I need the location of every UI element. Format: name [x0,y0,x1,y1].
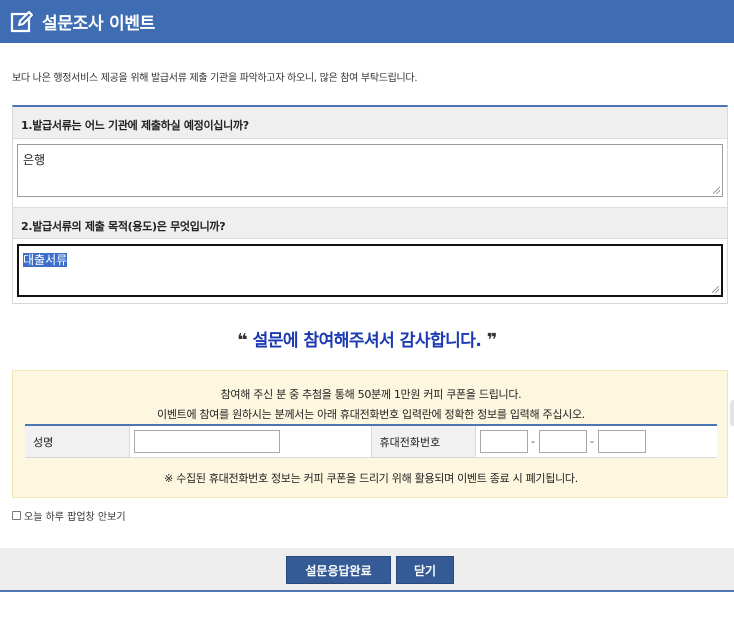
intro-text: 보다 나은 행정서비스 제공을 위해 발급서류 제출 기관을 파악하고자 하오니… [12,73,418,84]
question-2-body: 대출서류 [13,239,727,307]
resize-grip-icon[interactable] [713,187,720,194]
question-2-label: 2.발급서류의 제출 목적(용도)은 무엇입니까? [13,207,727,239]
footer-bar: 설문응답완료 닫기 [0,548,734,592]
privacy-notice: ※ 수집된 휴대전화번호 정보는 커피 쿠폰을 드리기 위해 활용되며 이벤트 … [164,472,578,485]
event-description-2: 이벤트에 참여를 원하시는 분께서는 아래 휴대전화번호 입력란에 정확한 정보… [157,408,585,421]
submit-survey-button[interactable]: 설문응답완료 [286,556,391,584]
phone-input-3[interactable] [597,430,646,453]
thanks-message: ❝ 설문에 참여해주셔서 감사합니다. ❞ [0,326,734,351]
edit-icon [10,10,33,32]
question-1-answer-text: 은행 [23,153,46,167]
close-quote-icon: ❞ [486,330,498,351]
question-1-answer-field[interactable]: 은행 [17,144,723,197]
name-cell [129,425,372,458]
hide-popup-today[interactable]: 오늘 하루 팝업창 안보기 [12,508,126,523]
phone-input-1[interactable] [479,430,528,453]
page-title: 설문조사 이벤트 [42,14,155,34]
question-1-body: 은행 [13,139,727,207]
phone-separator: - [590,435,594,448]
contact-form: 성명 휴대전화번호 -- [25,424,717,458]
question-2-answer-text: 대출서류 [23,253,68,267]
phone-separator: - [531,435,535,448]
thanks-text: 설문에 참여해주셔서 감사합니다. [252,331,482,351]
phone-cell: -- [475,425,717,458]
phone-label: 휴대전화번호 [371,425,476,458]
page-header: 설문조사 이벤트 [0,0,734,43]
close-button[interactable]: 닫기 [396,556,454,584]
open-quote-icon: ❝ [237,330,248,351]
hide-popup-label: 오늘 하루 팝업창 안보기 [24,512,126,523]
event-description-1: 참여해 주신 분 중 추첨을 통해 50분께 1만원 커피 쿠폰을 드립니다. [220,388,522,401]
question-2-answer-field[interactable]: 대출서류 [17,244,723,297]
phone-input-2[interactable] [538,430,587,453]
event-panel: 참여해 주신 분 중 추첨을 통해 50분께 1만원 커피 쿠폰을 드립니다. … [12,370,728,498]
hide-popup-checkbox[interactable] [12,511,21,520]
name-label: 성명 [25,425,130,458]
survey-questions: 1.발급서류는 어느 기관에 제출하실 예정이십니까? 은행 2.발급서류의 제… [12,105,728,304]
name-input[interactable] [133,430,280,453]
resize-grip-icon[interactable] [712,286,719,293]
scrollbar-handle[interactable] [730,400,734,426]
question-1-label: 1.발급서류는 어느 기관에 제출하실 예정이십니까? [13,107,727,139]
